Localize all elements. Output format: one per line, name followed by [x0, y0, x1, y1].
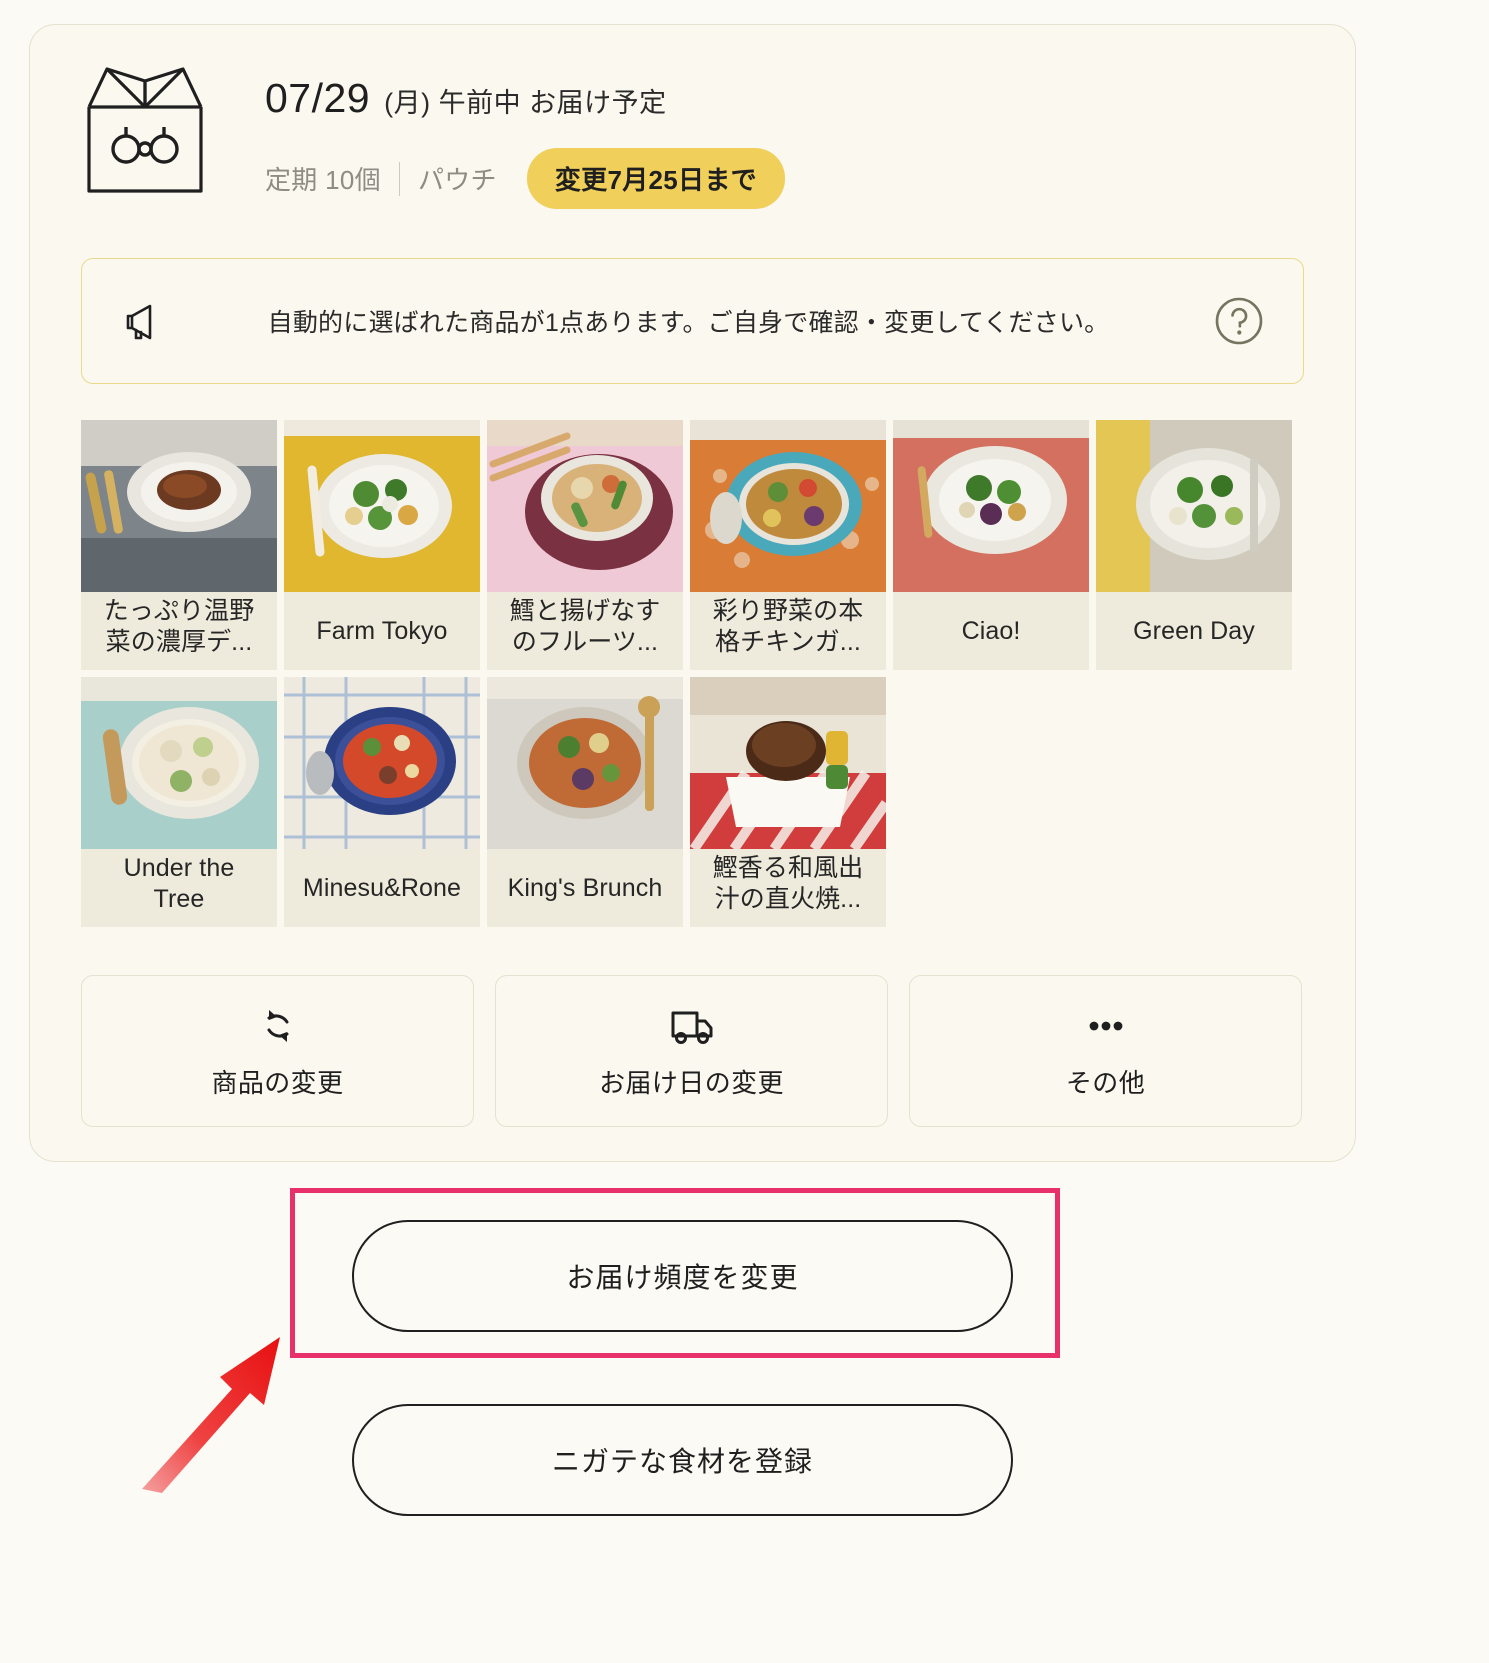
product-label: Ciao!: [961, 616, 1021, 645]
product-label-line: 鰹香る和風出: [712, 854, 864, 882]
product-label-line: 菜の濃厚デ...: [105, 627, 253, 656]
action-label: その他: [1065, 1067, 1146, 1098]
product-tile[interactable]: たっぷり温野 菜の濃厚デ...: [81, 420, 277, 670]
delivery-date: 07/29: [265, 75, 371, 121]
product-label: Under the Tree: [81, 849, 277, 927]
notice-text: 自動的に選ばれた商品が1点あります。ご自身で確認・変更してください。: [267, 309, 1110, 337]
package-type: パウチ: [417, 165, 497, 195]
product-tile[interactable]: 彩り野菜の本 格チキンガ...: [690, 420, 886, 670]
product-image: [690, 420, 886, 592]
product-label: King's Brunch: [507, 873, 663, 902]
product-image: [487, 677, 683, 849]
product-grid: たっぷり温野 菜の濃厚デ... Farm Tokyo 鱈と揚げなす のフルーツ.…: [81, 420, 1304, 927]
action-label: 商品の変更: [211, 1067, 344, 1098]
delivery-meta-line: 定期 10個 パウチ 変更7月25日まで: [265, 148, 785, 209]
product-label: 鰹香る和風出 汁の直火焼...: [690, 849, 886, 927]
product-tile[interactable]: Farm Tokyo: [284, 420, 480, 670]
product-label-line: Tree: [153, 884, 205, 913]
meta-divider: [398, 161, 400, 196]
product-tile[interactable]: Ciao!: [893, 420, 1089, 670]
action-label: お届け日の変更: [599, 1067, 784, 1098]
megaphone-icon: [120, 299, 164, 343]
product-image: [893, 420, 1089, 592]
product-tile[interactable]: 鰹香る和風出 汁の直火焼...: [690, 677, 886, 927]
product-label: Farm Tokyo: [316, 616, 448, 645]
product-label-line: 鱈と揚げなす: [509, 597, 661, 625]
auto-selection-notice: 自動的に選ばれた商品が1点あります。ご自身で確認・変更してください。: [81, 258, 1304, 384]
product-image: [284, 677, 480, 849]
product-label-line: のフルーツ...: [511, 627, 659, 656]
product-image: [487, 420, 683, 592]
product-tile[interactable]: King's Brunch: [487, 677, 683, 927]
register-disliked-ingredients-button[interactable]: ニガテな食材を登録: [352, 1404, 1013, 1516]
product-label-line: 彩り野菜の本: [712, 597, 864, 625]
delivery-date-line: 07/29 (月) 午前中 お届け予定: [265, 75, 785, 122]
plan-count: 定期 10個: [265, 165, 381, 195]
ellipsis-icon: [1082, 1003, 1130, 1049]
change-frequency-button[interactable]: お届け頻度を変更: [352, 1220, 1013, 1332]
product-image: [1096, 420, 1292, 592]
delivery-header: 07/29 (月) 午前中 お届け予定 定期 10個 パウチ 変更7月25日まで: [81, 45, 785, 209]
product-tile[interactable]: 鱈と揚げなす のフルーツ...: [487, 420, 683, 670]
refresh-icon: [256, 1003, 300, 1049]
product-label-line: Under the: [123, 854, 235, 882]
product-image: [81, 420, 277, 592]
help-circle-icon[interactable]: [1213, 295, 1265, 347]
product-label: 鱈と揚げなす のフルーツ...: [487, 592, 683, 670]
change-products-button[interactable]: 商品の変更: [81, 975, 474, 1127]
product-image: [690, 677, 886, 852]
product-label: たっぷり温野 菜の濃厚デ...: [81, 592, 277, 670]
pointer-arrow: [136, 1325, 316, 1495]
product-label: Green Day: [1133, 616, 1255, 645]
product-image: [81, 677, 277, 849]
change-delivery-date-button[interactable]: お届け日の変更: [495, 975, 888, 1127]
product-label: Minesu&Rone: [302, 873, 462, 902]
product-tile[interactable]: Green Day: [1096, 420, 1292, 670]
truck-icon: [667, 1003, 717, 1049]
product-label-line: 格チキンガ...: [715, 627, 861, 656]
product-tile[interactable]: Minesu&Rone: [284, 677, 480, 927]
other-options-button[interactable]: その他: [909, 975, 1302, 1127]
product-image: [284, 420, 480, 592]
deadline-badge[interactable]: 変更7月25日まで: [526, 148, 785, 209]
product-label-line: たっぷり温野: [103, 597, 255, 625]
product-label-line: 汁の直火焼...: [714, 884, 862, 913]
product-label: 彩り野菜の本 格チキンガ...: [690, 592, 886, 670]
delivery-date-suffix: (月) 午前中 お届け予定: [384, 88, 667, 118]
delivery-card: 07/29 (月) 午前中 お届け予定 定期 10個 パウチ 変更7月25日まで…: [29, 24, 1356, 1162]
box-icon: [81, 59, 209, 199]
action-button-row: 商品の変更 お届け日の変更 その他: [81, 975, 1304, 1127]
product-tile[interactable]: Under the Tree: [81, 677, 277, 927]
delivery-header-text: 07/29 (月) 午前中 お届け予定 定期 10個 パウチ 変更7月25日まで: [265, 45, 785, 209]
